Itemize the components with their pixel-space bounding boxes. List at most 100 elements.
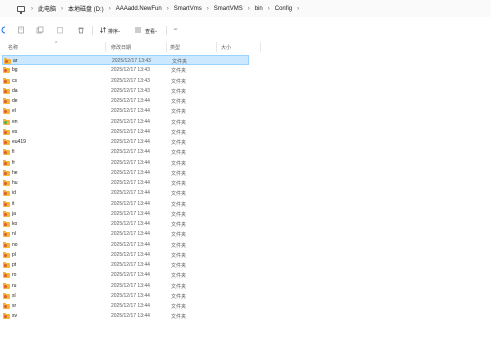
more-options-button[interactable]: ··· [173, 26, 178, 33]
folder-icon [3, 200, 10, 207]
file-name: pt [12, 262, 17, 268]
folder-icon [3, 169, 10, 176]
file-row[interactable]: id 2025/12/17 13:44 文件夹 [2, 188, 249, 198]
file-type: 文件夹 [171, 181, 187, 187]
file-type: 文件夹 [171, 119, 187, 126]
sort-icon[interactable] [99, 26, 107, 34]
file-name: cs [12, 77, 17, 84]
file-row[interactable]: sl 2025/12/17 13:44 文件夹 [2, 291, 249, 301]
file-row[interactable]: ru 2025/12/17 13:44 文件夹 [2, 281, 249, 291]
file-row[interactable]: bg 2025/12/17 13:43 文件夹 [2, 65, 249, 75]
file-type: 文件夹 [171, 273, 187, 280]
file-modified-date: 2025/12/17 13:43 [111, 67, 150, 74]
chevron-right-icon[interactable]: › [268, 6, 270, 12]
file-row[interactable]: sv 2025/12/17 13:44 文件夹 [2, 311, 249, 321]
computer-icon[interactable] [17, 5, 25, 14]
breadcrumb-aaaadd-newfun[interactable]: AAAadd.NewFun [116, 6, 162, 12]
folder-icon [3, 149, 10, 156]
column-header-row: ^ 名称 修改日期 类型 大小 [0, 41, 491, 52]
file-row[interactable]: he 2025/12/17 13:44 文件夹 [2, 168, 249, 178]
chevron-right-icon[interactable]: › [207, 6, 209, 12]
file-row[interactable]: el 2025/12/17 13:44 文件夹 [2, 106, 249, 116]
column-resize-handle[interactable] [105, 42, 106, 52]
file-name: id [12, 190, 16, 197]
breadcrumb-config[interactable]: Config [275, 6, 292, 12]
column-header-name[interactable]: 名称 [8, 44, 18, 51]
file-row[interactable]: it 2025/12/17 13:44 文件夹 [2, 199, 249, 209]
column-resize-handle[interactable] [260, 42, 261, 52]
chevron-right-icon[interactable]: › [167, 6, 169, 12]
file-row[interactable]: ro 2025/12/17 13:44 文件夹 [2, 270, 249, 280]
copy-icon[interactable] [36, 26, 44, 34]
folder-icon [3, 210, 10, 217]
column-header-date[interactable]: 修改日期 [111, 44, 131, 51]
file-name: fi [12, 149, 15, 156]
file-row[interactable]: fi 2025/12/17 13:44 文件夹 [2, 147, 249, 157]
folder-icon [3, 251, 10, 258]
chevron-right-icon[interactable]: › [297, 6, 299, 12]
file-type: 文件夹 [171, 293, 187, 300]
file-row[interactable]: es 2025/12/17 13:44 文件夹 [2, 127, 249, 137]
folder-icon [3, 313, 10, 320]
file-type: 文件夹 [171, 232, 187, 239]
view-icon[interactable] [134, 26, 142, 34]
sync-status-icon [4, 120, 7, 124]
file-row[interactable]: ja 2025/12/17 13:44 文件夹 [2, 209, 249, 219]
breadcrumb-smartvms[interactable]: SmartVms [174, 6, 202, 12]
file-modified-date: 2025/12/17 13:44 [111, 169, 150, 176]
column-header-type[interactable]: 类型 [170, 44, 180, 51]
file-type: 文件夹 [171, 314, 187, 321]
delete-icon[interactable] [77, 26, 85, 34]
file-row[interactable]: en 2025/12/17 13:44 文件夹 [2, 117, 249, 127]
file-name: ja [12, 210, 16, 217]
file-name: ar [13, 58, 18, 64]
file-type: 文件夹 [171, 160, 187, 167]
column-resize-handle[interactable] [166, 42, 167, 52]
cut-icon[interactable] [17, 26, 25, 34]
new-icon[interactable] [0, 26, 8, 34]
chevron-down-icon[interactable]: ⌄ [154, 28, 158, 34]
file-modified-date: 2025/12/17 13:44 [111, 180, 150, 186]
file-name: it [12, 200, 15, 207]
file-row[interactable]: sr 2025/12/17 13:44 文件夹 [2, 301, 249, 311]
file-row[interactable]: cs 2025/12/17 13:43 文件夹 [2, 76, 249, 86]
folder-icon [4, 58, 11, 64]
column-header-size[interactable]: 大小 [221, 44, 231, 51]
breadcrumb-this-pc[interactable]: 此电脑 [38, 4, 56, 13]
chevron-right-icon[interactable]: › [31, 6, 33, 12]
file-row[interactable]: fr 2025/12/17 13:44 文件夹 [2, 158, 249, 168]
file-row[interactable]: pl 2025/12/17 13:44 文件夹 [2, 250, 249, 260]
chevron-right-icon[interactable]: › [109, 6, 111, 12]
file-row[interactable]: ar 2025/12/17 13:43 文件夹 [2, 55, 249, 65]
file-row[interactable]: no 2025/12/17 13:44 文件夹 [2, 240, 249, 250]
chevron-down-icon[interactable]: ⌄ [117, 28, 121, 34]
file-row[interactable]: hu 2025/12/17 13:44 文件夹 [2, 178, 249, 188]
file-row[interactable]: da 2025/12/17 13:43 文件夹 [2, 86, 249, 96]
chevron-right-icon[interactable]: › [248, 6, 250, 12]
file-row[interactable]: nl 2025/12/17 13:44 文件夹 [2, 229, 249, 239]
file-row[interactable]: pt 2025/12/17 13:44 文件夹 [2, 260, 249, 270]
file-modified-date: 2025/12/17 13:44 [111, 313, 150, 320]
breadcrumb-bin[interactable]: bin [255, 6, 263, 12]
breadcrumb-local-disk[interactable]: 本地磁盘 (D:) [68, 4, 104, 13]
address-bar[interactable]: › 此电脑 › 本地磁盘 (D:) › AAAadd.NewFun › Smar… [0, 0, 491, 17]
file-name: ko [12, 221, 18, 227]
breadcrumb-smartvms-2[interactable]: SmartVMS [214, 6, 243, 12]
file-modified-date: 2025/12/17 13:43 [111, 87, 150, 94]
toolbar-divider [92, 26, 93, 35]
file-row[interactable]: eu419 2025/12/17 13:44 文件夹 [2, 137, 249, 147]
sync-status-icon [4, 305, 7, 308]
chevron-right-icon[interactable]: › [61, 6, 63, 12]
folder-icon [3, 108, 10, 115]
sync-status-icon [4, 130, 7, 134]
file-row[interactable]: de 2025/12/17 13:44 文件夹 [2, 96, 249, 106]
file-modified-date: 2025/12/17 13:44 [111, 221, 150, 227]
folder-icon [3, 87, 10, 94]
file-type: 文件夹 [171, 78, 187, 85]
file-modified-date: 2025/12/17 13:44 [111, 303, 150, 309]
column-resize-handle[interactable] [216, 42, 217, 52]
paste-icon[interactable] [56, 26, 64, 34]
file-row[interactable]: ko 2025/12/17 13:44 文件夹 [2, 219, 249, 229]
file-modified-date: 2025/12/17 13:44 [111, 272, 150, 279]
file-name: hu [12, 180, 18, 186]
